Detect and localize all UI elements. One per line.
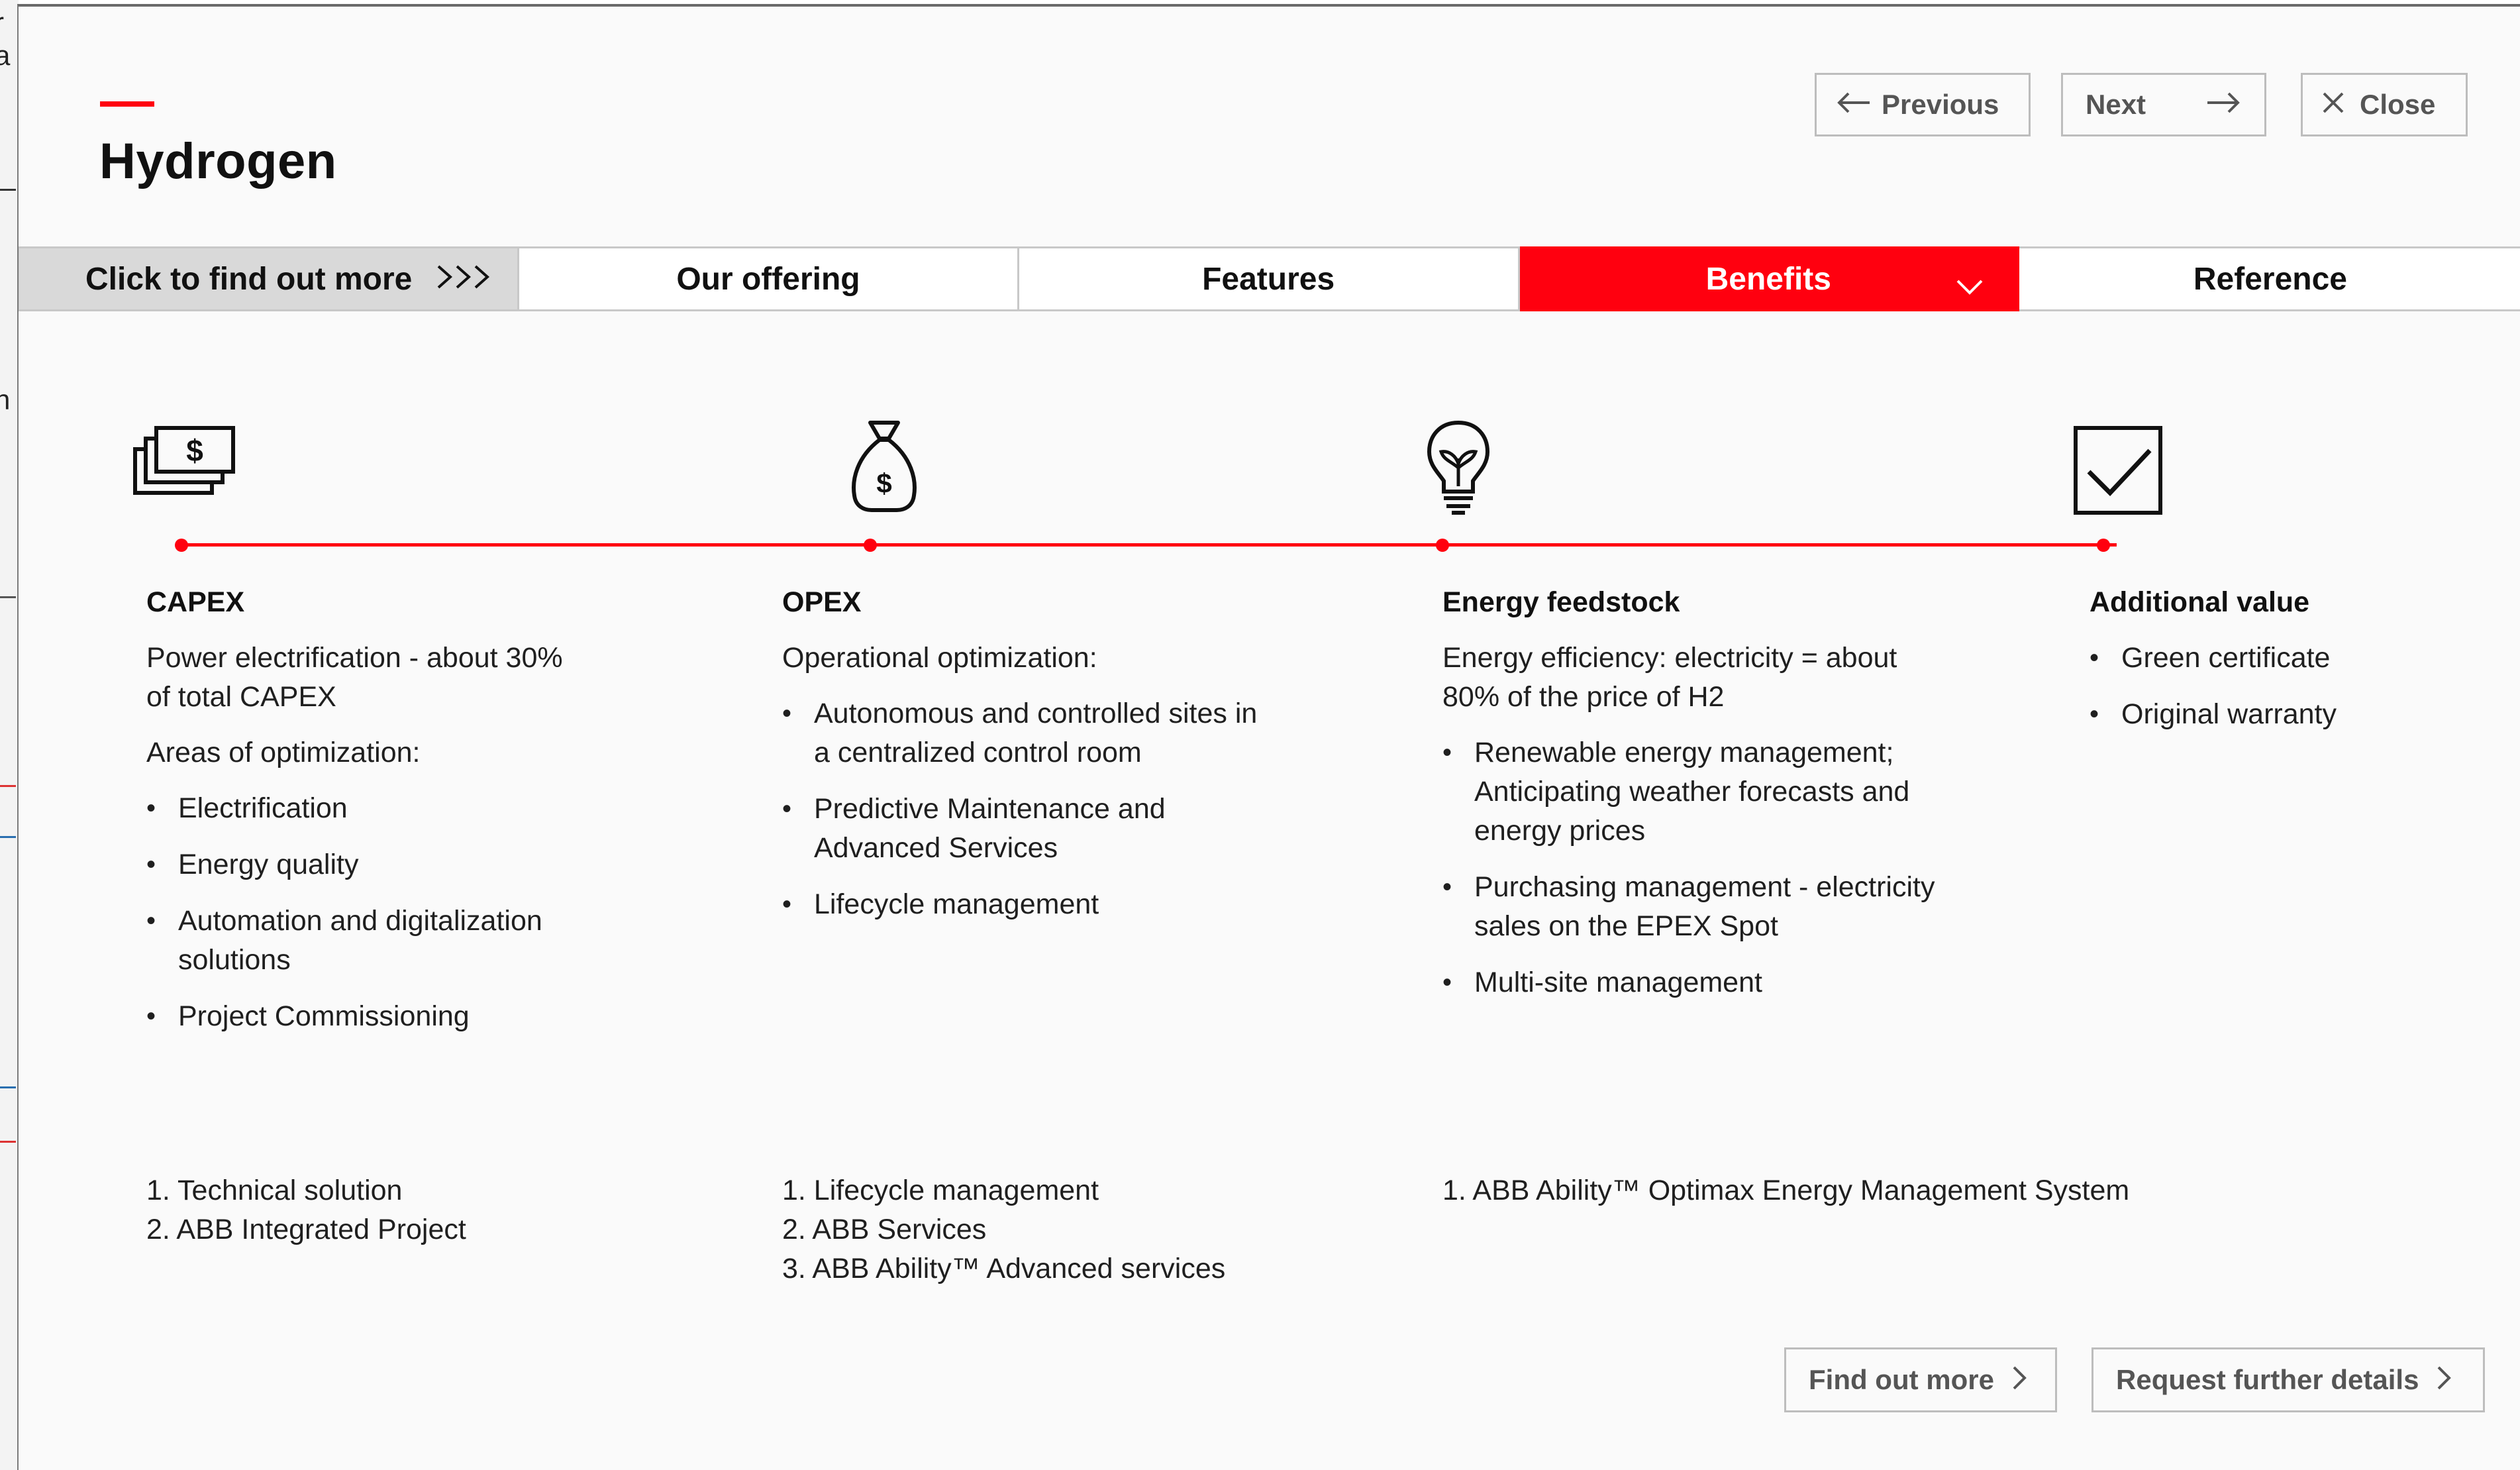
column-heading: CAPEX [146,586,245,618]
chevron-right-icon [2011,1360,2027,1400]
list-item: Lifecycle management [782,885,1378,924]
find-out-more-button[interactable]: Find out more [1784,1347,2057,1412]
tab-label: Features [1202,261,1335,297]
money-bag-icon: $ [848,416,921,519]
tab-features[interactable]: Features [1019,246,1520,311]
request-details-label: Request further details [2116,1364,2419,1395]
column-heading: Energy feedstock [1442,586,1680,618]
triple-chevron-icon [434,259,494,299]
title-accent-bar [100,101,154,107]
svg-text:$: $ [876,468,891,499]
next-label: Next [2086,89,2146,120]
reference-item: 1. Lifecycle management [782,1175,1099,1206]
background-line [0,596,16,598]
list-item: Automation and digitalization solutions [146,902,615,980]
column-heading: OPEX [782,586,862,618]
page-title: Hydrogen [99,133,337,189]
reference-item: 2. ABB Integrated Project [146,1214,466,1245]
timeline-dot [864,539,877,552]
benefit-column-capex: CAPEX Power electrification - about 30% … [146,583,742,1053]
modal-dialog: Hydrogen Previous Next Close Click to fi… [17,4,2520,1470]
reference-item: 1. ABB Ability™ Optimax Energy Managemen… [1442,1175,2130,1206]
arrow-left-icon [1835,87,1872,122]
background-fragment: r [0,7,4,38]
tab-benefits[interactable]: Benefits [1519,246,2019,311]
column-paragraph: Areas of optimization: [146,737,421,768]
timeline-dot [2097,539,2110,552]
reference-list-energy: 1. ABB Ability™ Optimax Energy Managemen… [1442,1171,2129,1210]
list-item: Multi-site management [1442,963,2039,1002]
tab-find-out-more[interactable]: Click to find out more [19,246,520,311]
close-icon [2321,89,2345,121]
list-item: Original warranty [2090,695,2500,734]
chevron-down-icon [1955,268,1984,305]
list-item: Energy quality [146,845,742,884]
arrow-right-icon [2205,87,2242,122]
list-item: Electrification [146,789,742,828]
background-fragment: i [0,351,1,383]
background-page: r a i h [0,0,19,1470]
background-line [0,189,16,191]
bullet-list: Green certificate Original warranty [2090,639,2500,734]
request-details-button[interactable]: Request further details [2092,1347,2485,1412]
list-item: Purchasing management - electricity sale… [1442,868,1978,946]
reference-list-opex: 1. Lifecycle management 2. ABB Services … [782,1171,1225,1288]
close-button[interactable]: Close [2301,73,2468,136]
list-item: Predictive Maintenance and Advanced Serv… [782,790,1238,868]
find-out-more-label: Find out more [1809,1364,1994,1395]
background-line [0,785,16,787]
bullet-list: Autonomous and controlled sites in a cen… [782,694,1378,924]
benefit-column-opex: OPEX Operational optimization: Autonomou… [782,583,1378,941]
chevron-right-icon [2436,1360,2452,1400]
previous-label: Previous [1882,89,1999,120]
lightbulb-leaf-icon [1424,417,1493,520]
benefit-column-additional-value: Additional value Green certificate Origi… [2090,583,2500,751]
previous-button[interactable]: Previous [1815,73,2031,136]
background-fragment: h [0,384,11,415]
tab-label: Click to find out more [85,261,413,297]
page: r a i h Hydrogen Previous Next [0,0,2520,1470]
column-paragraph: Operational optimization: [782,642,1097,674]
svg-text:$: $ [186,433,203,468]
tab-our-offering[interactable]: Our offering [519,246,1019,311]
list-item: Autonomous and controlled sites in a cen… [782,694,1278,772]
reference-item: 1. Technical solution [146,1175,403,1206]
benefit-column-energy-feedstock: Energy feedstock Energy efficiency: elec… [1442,583,2039,1020]
column-paragraph: Energy efficiency: electricity = about 8… [1442,642,1897,713]
column-paragraph: Power electrification - about 30% of tot… [146,642,563,713]
tab-label: Reference [2193,261,2347,297]
tab-bar: Click to find out more Our offering Feat… [19,246,2520,311]
background-line [0,836,16,838]
timeline-dot [1436,539,1449,552]
bullet-list: Electrification Energy quality Automatio… [146,789,742,1036]
tab-label: Benefits [1705,261,1831,297]
tab-reference[interactable]: Reference [2019,246,2520,311]
close-label: Close [2360,89,2436,120]
money-stack-icon: $ [131,417,244,500]
list-item: Project Commissioning [146,997,742,1036]
reference-item: 3. ABB Ability™ Advanced services [782,1253,1226,1285]
next-button[interactable]: Next [2061,73,2266,136]
list-item: Renewable energy management; Anticipatin… [1442,733,1951,851]
column-heading: Additional value [2090,586,2310,618]
list-item: Green certificate [2090,639,2500,678]
reference-item: 2. ABB Services [782,1214,987,1245]
bullet-list: Renewable energy management; Anticipatin… [1442,733,2039,1002]
background-line [0,1086,16,1088]
timeline-line [181,543,2117,547]
reference-list-capex: 1. Technical solution 2. ABB Integrated … [146,1171,466,1249]
tab-label: Our offering [676,261,860,297]
background-fragment: a [0,40,11,71]
background-line [0,1141,16,1143]
checkbox-check-icon [2073,425,2166,521]
timeline-dot [175,539,188,552]
